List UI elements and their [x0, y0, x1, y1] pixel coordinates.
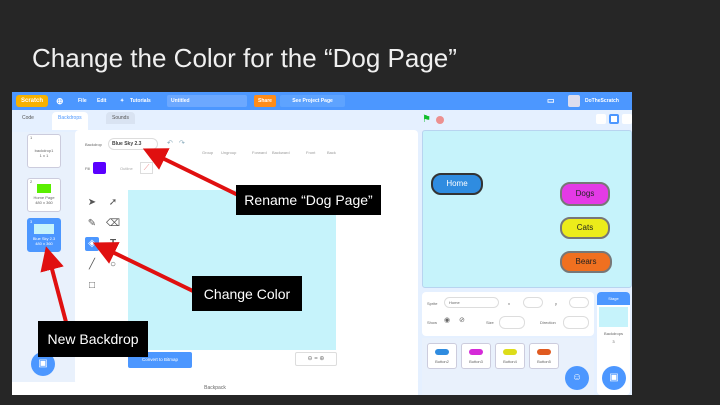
callout-new-backdrop: New Backdrop: [38, 321, 148, 357]
arrow-to-new-backdrop: [40, 246, 68, 323]
arrow-to-fill-tool: [92, 242, 196, 294]
arrow-to-name-field: [142, 148, 239, 197]
callout-rename: Rename “Dog Page”: [236, 185, 381, 215]
callout-change-color: Change Color: [192, 276, 302, 311]
